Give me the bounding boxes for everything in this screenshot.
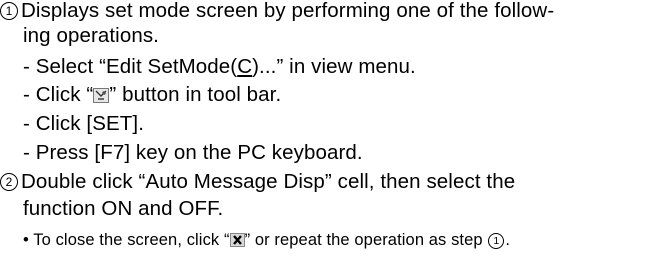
step-reference-circle: 1	[488, 233, 505, 249]
close-note: • To close the screen, click “ ” or repea…	[23, 229, 510, 251]
step2-number-circle: 2	[0, 173, 18, 191]
operation-1-post: )...” in view menu.	[252, 55, 416, 78]
step2-text-line1: Double click “Auto Message Disp” cell, t…	[21, 170, 516, 193]
operation-1: - Select “Edit SetMode(C)...” in view me…	[23, 56, 416, 78]
step1-line1: 1 Displays set mode screen by performing …	[0, 0, 554, 22]
operation-4: - Press [F7] key on the PC keyboard.	[23, 141, 363, 164]
step2-line2: function ON and OFF.	[23, 197, 224, 220]
operation-1-pre: - Select “Edit SetMode(	[23, 55, 238, 78]
step1-text-line1: Displays set mode screen by performing o…	[21, 0, 555, 22]
close-note-mid: ” or repeat the operation as step	[244, 231, 488, 249]
operation-2: - Click “ ” button in tool bar.	[23, 84, 281, 106]
operation-2-post: ” button in tool bar.	[109, 83, 282, 106]
operation-3: - Click [SET].	[23, 112, 144, 135]
step2-line1: 2 Double click “Auto Message Disp” cell, …	[0, 171, 515, 193]
set-mode-tool-icon	[93, 88, 110, 103]
close-note-post: .	[505, 231, 511, 249]
step1-number-circle: 1	[0, 2, 18, 20]
operation-2-pre: - Click “	[23, 83, 94, 106]
step1-line2: ing operations.	[23, 24, 159, 47]
close-note-pre: • To close the screen, click “	[23, 231, 230, 249]
operation-1-key: C	[237, 55, 253, 78]
close-x-icon	[229, 233, 245, 247]
